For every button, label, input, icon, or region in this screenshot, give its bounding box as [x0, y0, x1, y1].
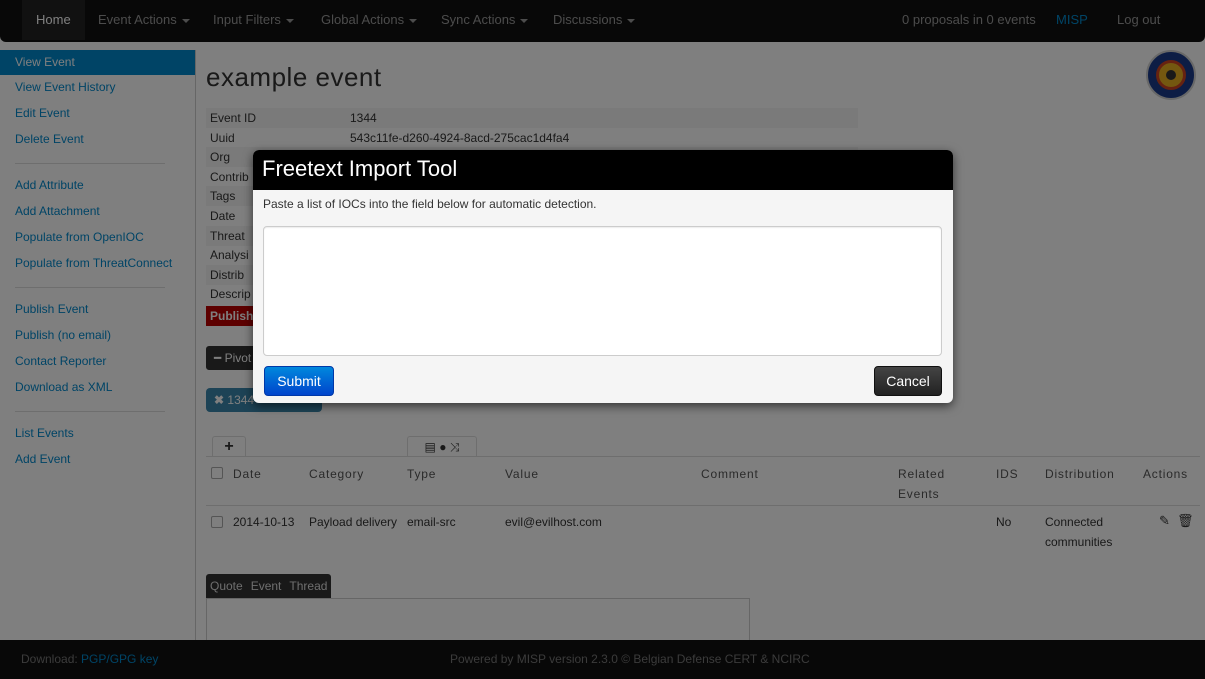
- freetext-import-modal: Freetext Import Tool Paste a list of IOC…: [253, 150, 953, 403]
- submit-button[interactable]: Submit: [264, 366, 334, 396]
- modal-title: Freetext Import Tool: [253, 150, 953, 190]
- ioc-textarea[interactable]: [263, 226, 942, 356]
- modal-message: Paste a list of IOCs into the field belo…: [263, 197, 597, 211]
- cancel-button[interactable]: Cancel: [874, 366, 942, 396]
